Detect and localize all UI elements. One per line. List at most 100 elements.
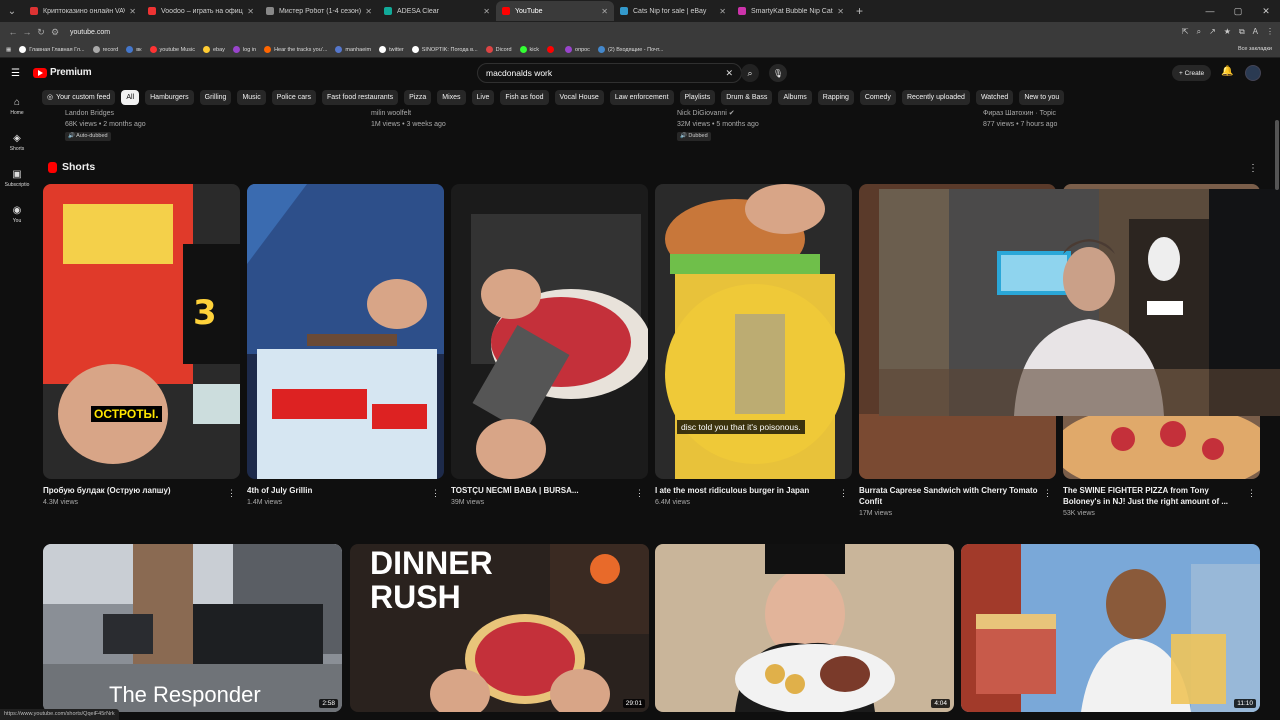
- channel-name[interactable]: milin woolfelt: [371, 108, 446, 119]
- short-title[interactable]: I ate the most ridiculous burger in Japa…: [655, 485, 852, 496]
- bookmark-item[interactable]: twitter: [379, 46, 404, 53]
- filter-chip[interactable]: Music: [237, 89, 266, 105]
- hamburger-menu-icon[interactable]: ☰: [11, 68, 20, 79]
- apps-icon[interactable]: ▦: [6, 47, 11, 53]
- bookmark-item[interactable]: [547, 46, 557, 53]
- filter-chip[interactable]: Pizza: [404, 89, 432, 105]
- zoom-icon[interactable]: ⌕: [1197, 27, 1201, 37]
- filter-chip[interactable]: Playlists: [679, 89, 716, 105]
- filter-chip[interactable]: Fish as food: [500, 89, 549, 105]
- filter-chip[interactable]: Albums: [778, 89, 812, 105]
- filter-chip[interactable]: Fast food restaurants: [321, 89, 399, 105]
- filter-chip[interactable]: Grilling: [199, 89, 232, 105]
- extensions-icon[interactable]: ⧉: [1239, 27, 1245, 37]
- youtube-logo[interactable]: Premium: [33, 67, 92, 78]
- create-button[interactable]: + Create: [1172, 65, 1212, 81]
- short-card[interactable]: 3 ОСТРОТЫ. Пробую булдак (Острую лапшу) 4.3…: [43, 184, 240, 506]
- filter-chip[interactable]: Recently uploaded: [901, 89, 970, 105]
- search-input[interactable]: [486, 68, 726, 78]
- filter-chip[interactable]: Rapping: [817, 89, 854, 105]
- shorts-shelf-menu-icon[interactable]: ⋮: [1248, 163, 1258, 174]
- page-scrollbar[interactable]: [1275, 120, 1279, 190]
- close-tab-icon[interactable]: ✕: [129, 7, 136, 16]
- avatar[interactable]: [1245, 65, 1261, 81]
- reload-icon[interactable]: ↻: [34, 27, 48, 38]
- browser-tab[interactable]: Криптоказино онлайн VAVADA ✕: [24, 1, 142, 21]
- bookmark-item[interactable]: Dicord: [485, 46, 512, 53]
- bookmark-item[interactable]: kick: [519, 46, 539, 53]
- bookmark-item[interactable]: youtube Music: [149, 46, 195, 53]
- forward-icon[interactable]: →: [20, 27, 34, 37]
- short-menu-icon[interactable]: ⋮: [1247, 488, 1256, 499]
- short-menu-icon[interactable]: ⋮: [227, 488, 236, 499]
- video-thumbnail[interactable]: The Responder 2:58: [43, 544, 342, 712]
- filter-chip[interactable]: Comedy: [859, 89, 896, 105]
- bookmark-item[interactable]: вк: [126, 46, 142, 53]
- filter-chip[interactable]: Police cars: [271, 89, 316, 105]
- short-thumbnail[interactable]: [451, 184, 648, 479]
- filter-chip[interactable]: Watched: [975, 89, 1014, 105]
- short-title[interactable]: 4th of July Grillin: [247, 485, 444, 496]
- close-window-icon[interactable]: ✕: [1252, 6, 1280, 17]
- short-menu-icon[interactable]: ⋮: [1043, 488, 1052, 499]
- short-card[interactable]: 4th of July Grillin 1.4M views ⋮: [247, 184, 444, 506]
- short-menu-icon[interactable]: ⋮: [635, 488, 644, 499]
- bookmark-item[interactable]: опрос: [565, 46, 590, 53]
- bookmark-item[interactable]: record: [92, 46, 118, 53]
- all-bookmarks-button[interactable]: Все закладки: [1238, 46, 1272, 52]
- filter-chip[interactable]: All: [121, 89, 140, 105]
- bookmark-item[interactable]: Главная Главная Гл...: [19, 46, 85, 53]
- close-tab-icon[interactable]: ✕: [483, 7, 490, 16]
- bookmark-item[interactable]: ebay: [202, 46, 225, 53]
- browser-tab[interactable]: Cats Nip for sale | eBay ✕: [614, 1, 732, 21]
- browser-tab[interactable]: SmartyKat Bubble Nip Catnip B... ✕: [732, 1, 850, 21]
- short-title[interactable]: Пробую булдак (Острую лапшу): [43, 485, 240, 496]
- filter-chip[interactable]: Drum & Bass: [721, 89, 773, 105]
- filter-chip[interactable]: Hamburgers: [145, 89, 194, 105]
- bookmark-item[interactable]: SINOPTIK: Погода в...: [411, 46, 478, 53]
- filter-chip[interactable]: Vocal House: [554, 89, 604, 105]
- maximize-icon[interactable]: ▢: [1224, 6, 1252, 17]
- video-thumbnail[interactable]: DINNER RUSH 29:01: [350, 544, 649, 712]
- filter-chip[interactable]: Law enforcement: [609, 89, 674, 105]
- close-tab-icon[interactable]: ✕: [601, 7, 608, 16]
- url-field[interactable]: youtube.com: [70, 29, 1182, 36]
- bookmark-star-icon[interactable]: ★: [1224, 27, 1231, 37]
- short-card[interactable]: disc told you that it's poisonous. I ate …: [655, 184, 852, 506]
- tab-search-icon[interactable]: ⌄: [4, 3, 20, 19]
- short-thumbnail[interactable]: disc told you that it's poisonous.: [655, 184, 852, 479]
- bookmark-item[interactable]: manhaeim: [335, 46, 371, 53]
- video-thumbnail[interactable]: 11:10: [961, 544, 1260, 712]
- microphone-icon[interactable]: 🎙: [769, 64, 787, 82]
- close-tab-icon[interactable]: ✕: [365, 7, 372, 16]
- short-menu-icon[interactable]: ⋮: [431, 488, 440, 499]
- filter-chip[interactable]: Mixes: [437, 89, 466, 105]
- minimize-icon[interactable]: —: [1196, 6, 1224, 16]
- close-tab-icon[interactable]: ✕: [837, 7, 844, 16]
- browser-tab[interactable]: YouTube ✕: [496, 1, 614, 21]
- search-icon[interactable]: ⌕: [741, 64, 759, 82]
- bookmark-item[interactable]: Hear the tracks you'...: [264, 46, 327, 53]
- filter-chip[interactable]: New to you: [1019, 89, 1065, 105]
- site-info-icon[interactable]: ⚙: [48, 27, 62, 38]
- browser-tab[interactable]: Мистер Робот (1-4 сезон) смо...✕: [260, 1, 378, 21]
- channel-name[interactable]: Nick DiGiovanni ✔: [677, 108, 759, 119]
- notifications-bell-icon[interactable]: 🔔: [1221, 66, 1233, 77]
- short-card[interactable]: TOSTÇU NECMİ BABA | BURSA... 39M views ⋮: [451, 184, 648, 506]
- browser-tab[interactable]: ADESA Clear ✕: [378, 1, 496, 21]
- channel-name[interactable]: Фираз Шатохин · Topic: [983, 108, 1057, 119]
- share-icon[interactable]: ↗: [1209, 27, 1216, 37]
- browser-tab[interactable]: Voodoo – играть на официал... ✕: [142, 1, 260, 21]
- close-tab-icon[interactable]: ✕: [247, 7, 254, 16]
- profile-icon[interactable]: A: [1253, 27, 1258, 37]
- short-menu-icon[interactable]: ⋮: [839, 488, 848, 499]
- sidebar-item-you[interactable]: ◉ You: [0, 196, 34, 232]
- short-thumbnail[interactable]: [247, 184, 444, 479]
- video-thumbnail[interactable]: 4:04: [655, 544, 954, 712]
- new-tab-button[interactable]: +: [856, 4, 863, 18]
- channel-name[interactable]: Landon Bridges: [65, 108, 146, 119]
- short-title[interactable]: The SWINE FIGHTER PIZZA from Tony Bolone…: [1063, 485, 1260, 507]
- sidebar-item-subscriptio[interactable]: ▣ Subscriptio: [0, 160, 34, 196]
- back-icon[interactable]: ←: [6, 27, 20, 37]
- short-title[interactable]: TOSTÇU NECMİ BABA | BURSA...: [451, 485, 648, 496]
